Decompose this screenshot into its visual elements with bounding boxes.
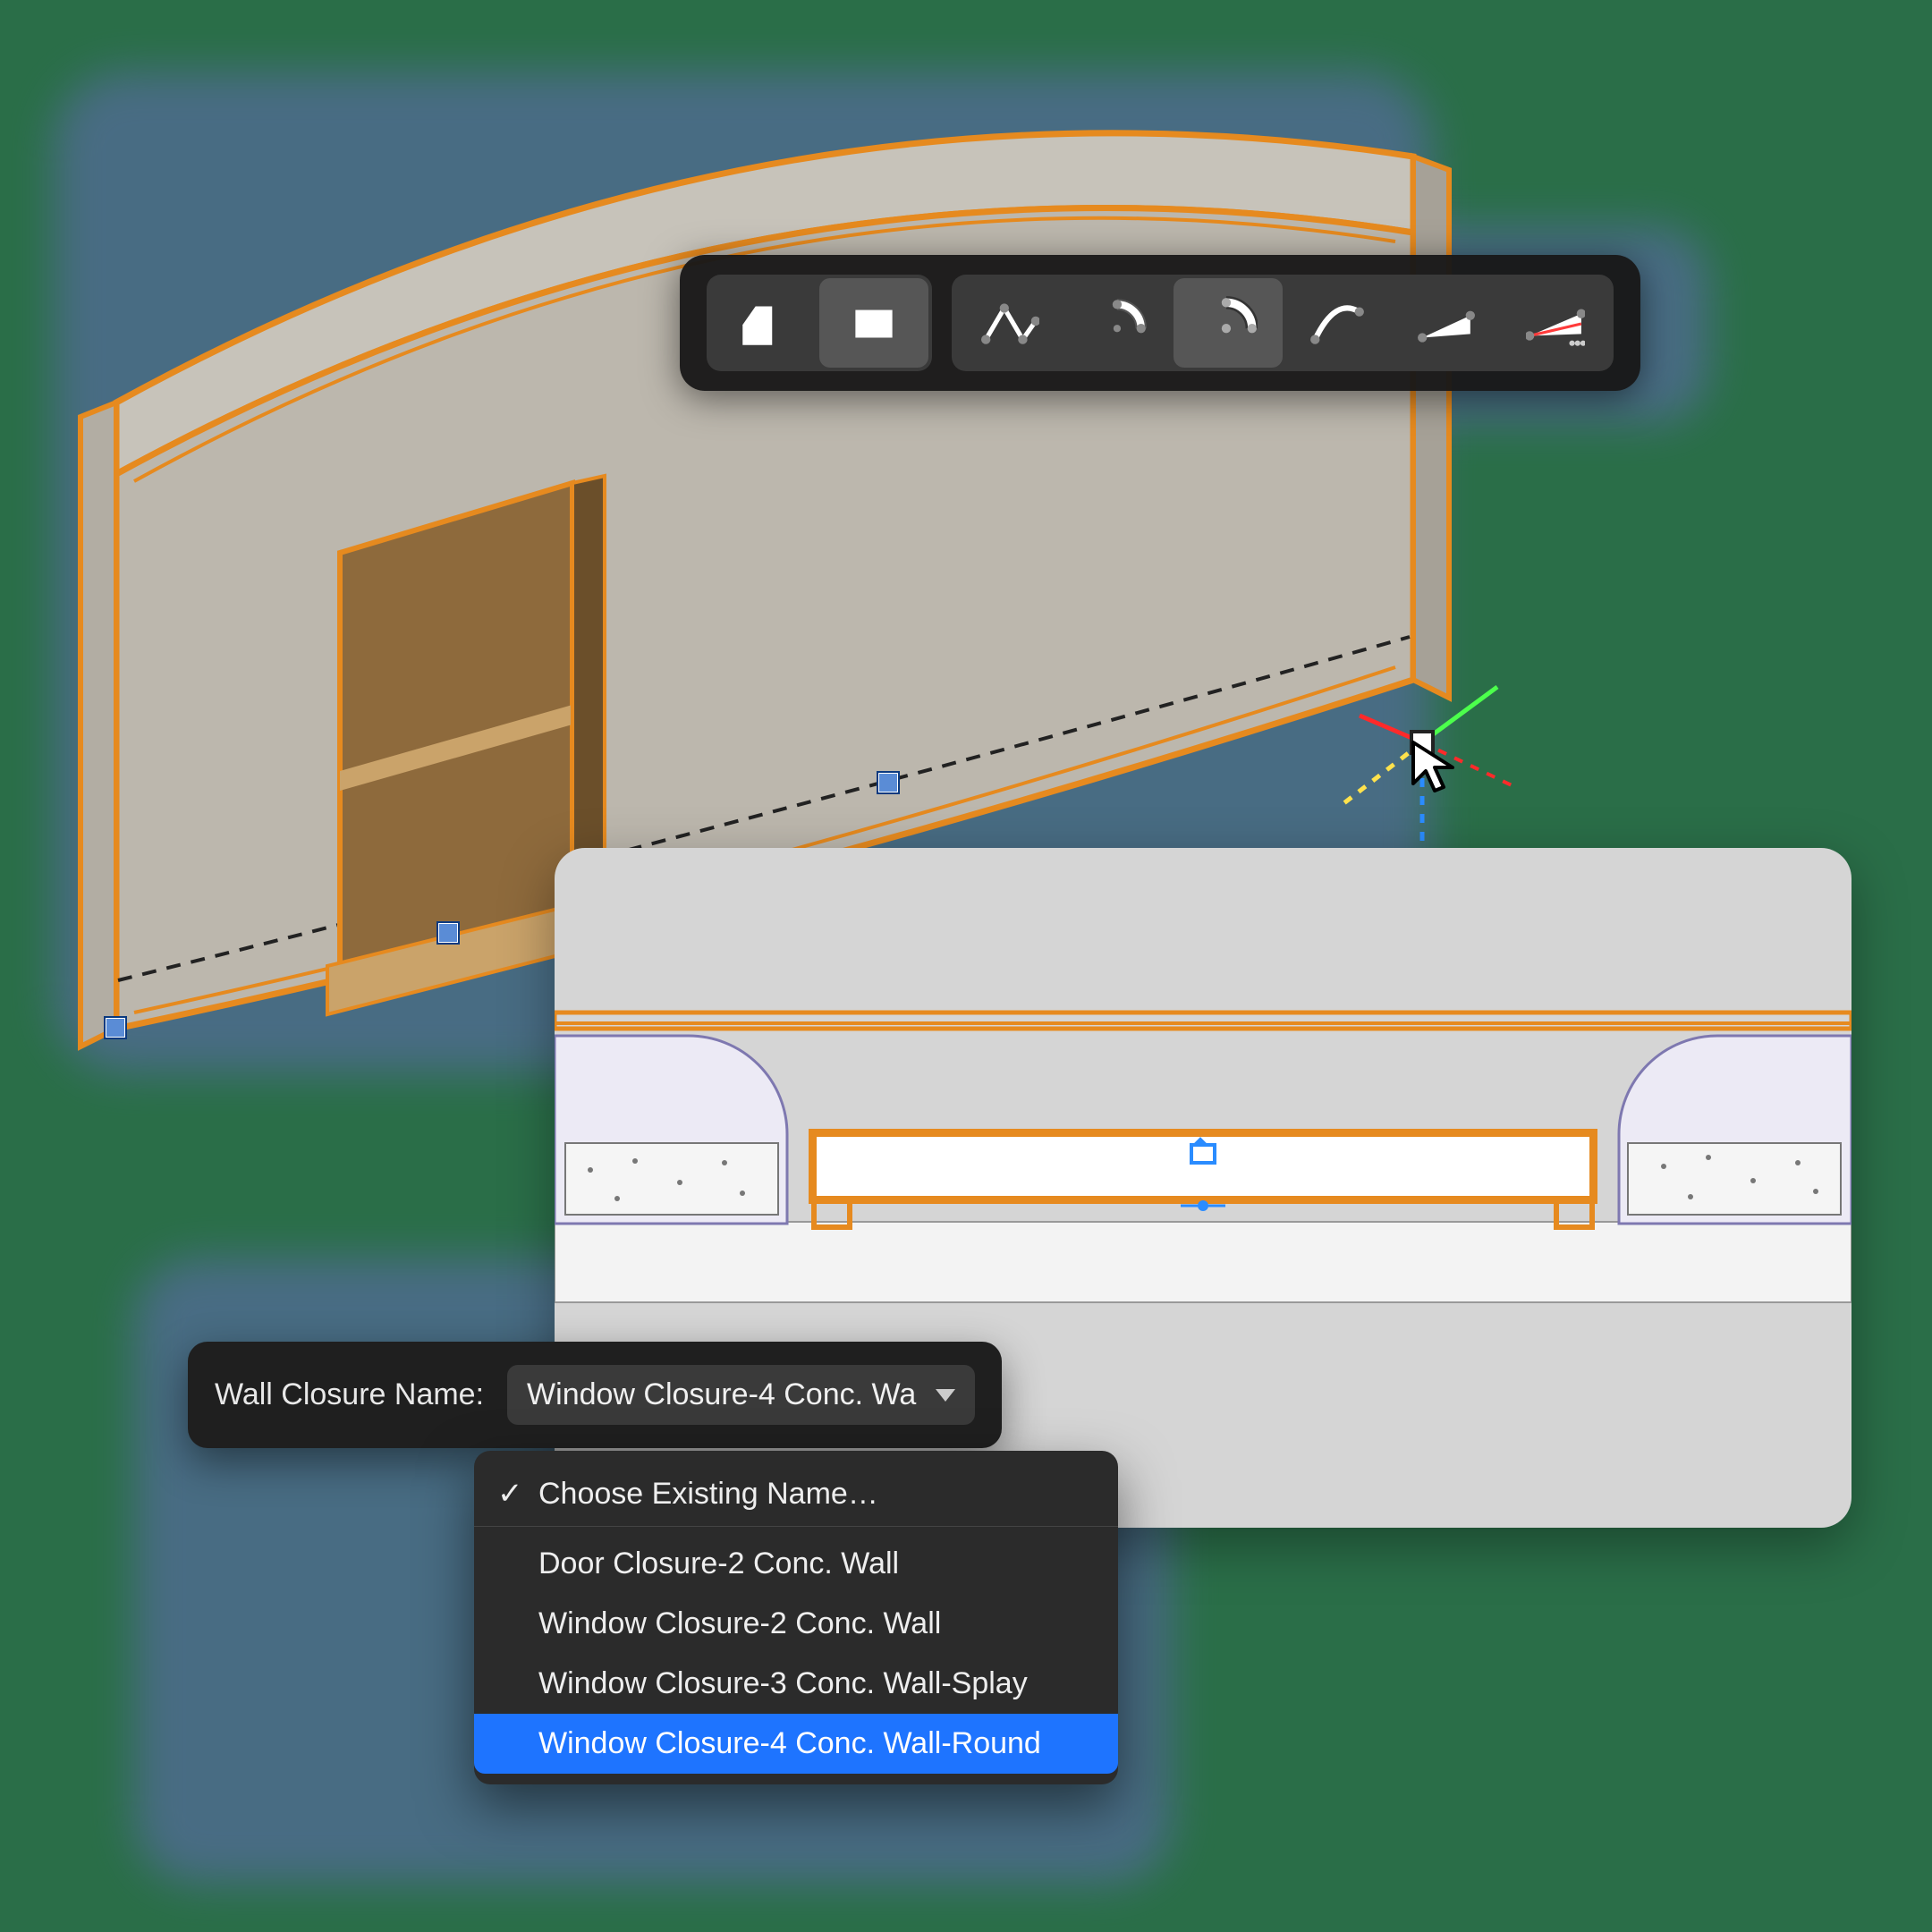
- check-icon: ✓: [497, 1476, 522, 1512]
- pet-palette: [680, 255, 1640, 391]
- menu-item[interactable]: Window Closure-3 Conc. Wall-Splay: [474, 1654, 1118, 1714]
- tool-bezier[interactable]: [1392, 278, 1501, 368]
- tool-bezier-more[interactable]: [1501, 278, 1610, 368]
- wall-closure-value: Window Closure-4 Conc. Wa: [527, 1377, 916, 1412]
- cursor-icon: [1408, 739, 1465, 801]
- menu-item[interactable]: Door Closure-2 Conc. Wall: [474, 1534, 1118, 1594]
- tool-polyline[interactable]: [955, 278, 1064, 368]
- tool-group-segment: [952, 275, 1614, 371]
- menu-item[interactable]: Window Closure-2 Conc. Wall: [474, 1594, 1118, 1654]
- menu-header[interactable]: ✓ Choose Existing Name…: [474, 1462, 1118, 1527]
- wall-closure-menu: ✓ Choose Existing Name… Door Closure-2 C…: [474, 1451, 1118, 1784]
- tool-arc-chord[interactable]: [1064, 278, 1174, 368]
- menu-item-selected[interactable]: Window Closure-4 Conc. Wall-Round: [474, 1714, 1118, 1774]
- tool-group-mode: [707, 275, 932, 371]
- tool-arc-center[interactable]: [1174, 278, 1283, 368]
- wall-closure-label: Wall Closure Name:: [215, 1377, 484, 1412]
- wall-closure-field: Wall Closure Name: Window Closure-4 Conc…: [188, 1342, 1002, 1448]
- chevron-down-icon: [936, 1389, 955, 1402]
- tool-tangent-arc[interactable]: [1283, 278, 1392, 368]
- menu-header-label: Choose Existing Name…: [538, 1477, 878, 1512]
- wall-closure-select[interactable]: Window Closure-4 Conc. Wa: [507, 1365, 975, 1425]
- tool-profile-rect[interactable]: [819, 278, 928, 368]
- tool-profile-shape[interactable]: [710, 278, 819, 368]
